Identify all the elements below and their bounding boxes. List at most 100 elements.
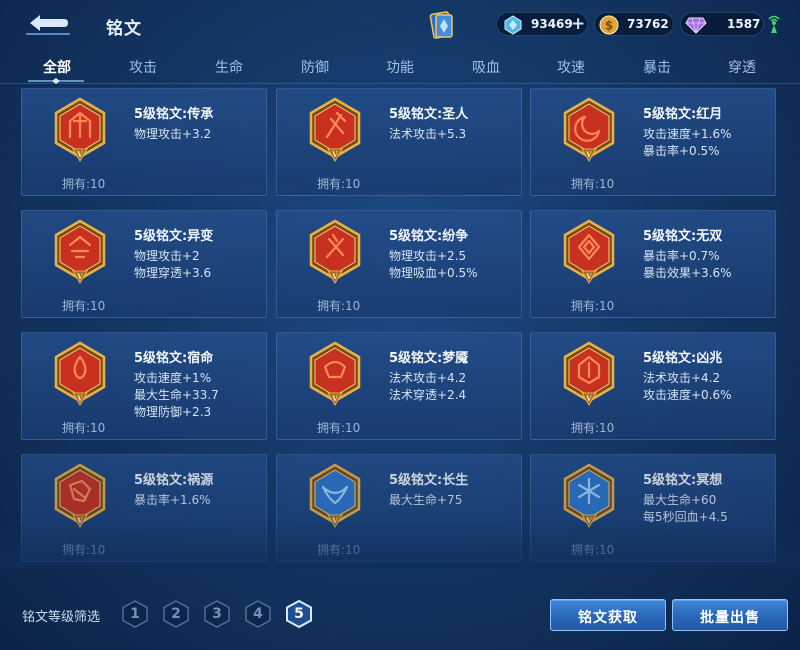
rune-level-mark: V (76, 394, 83, 403)
red-rune-icon: V (309, 97, 361, 162)
rune-card[interactable]: V 5级铭文:传承 物理攻击+3.2 拥有:10 (21, 88, 267, 196)
blue-rune-icon: V (309, 463, 361, 528)
rune-name: 5级铭文:圣人 (389, 107, 469, 122)
rune-attribute: 法术攻击+4.2 (389, 371, 467, 385)
rune-attribute: 攻击速度+0.6% (643, 388, 732, 402)
red-rune-icon: V (309, 341, 361, 406)
rune-name: 5级铭文:传承 (134, 107, 214, 122)
rune-attribute: 暴击率+0.7% (643, 249, 720, 263)
rune-level-mark: V (76, 272, 83, 281)
bulk-sell-button[interactable]: 批量出售 (672, 599, 788, 631)
rune-card[interactable]: V 5级铭文:红月 攻击速度+1.6% 暴击率+0.5% 拥有:10 (530, 88, 776, 196)
crystal-value: 1587 (727, 17, 761, 31)
level-filter-label: 铭文等级筛选 (22, 610, 101, 625)
level-filter-label: 1 (130, 606, 140, 622)
rune-attribute: 物理攻击+3.2 (134, 127, 212, 141)
rune-owned-count: 拥有:10 (62, 299, 106, 313)
rune-grid: V 5级铭文:传承 物理攻击+3.2 拥有:10 V 5级铭文:圣人 法术攻击+5.3 拥有:… (21, 88, 776, 564)
svg-text:$: $ (605, 19, 613, 33)
purple-crystal-icon (685, 17, 707, 34)
rune-book-icon[interactable] (428, 10, 456, 40)
rune-name: 5级铭文:异变 (134, 229, 214, 244)
red-rune-icon: V (54, 463, 106, 528)
rune-card[interactable]: V 5级铭文:宿命 攻击速度+1% 最大生命+33.7 物理防御+2.3 拥有:10 (21, 332, 267, 440)
top-bar: 铭文 93469 + $ 73762 1587 (0, 0, 800, 48)
active-tab-indicator (28, 78, 84, 84)
rune-acquire-button[interactable]: 铭文获取 (550, 599, 666, 631)
level-filter-5[interactable]: 5 (284, 599, 314, 629)
rune-level-mark: V (585, 516, 592, 525)
tab-lifesteal[interactable]: 吸血 (456, 57, 516, 77)
red-rune-icon: V (309, 219, 361, 284)
level-filter-3[interactable]: 3 (202, 599, 232, 629)
rune-name: 5级铭文:祸源 (134, 473, 214, 488)
rune-attribute: 物理攻击+2.5 (389, 249, 467, 263)
rune-card[interactable]: V 5级铭文:梦魇 法术攻击+4.2 法术穿透+2.4 拥有:10 (276, 332, 522, 440)
rune-owned-count: 拥有:10 (571, 543, 615, 557)
rune-card[interactable]: V 5级铭文:凶兆 法术攻击+4.2 攻击速度+0.6% 拥有:10 (530, 332, 776, 440)
rune-card[interactable]: V 5级铭文:圣人 法术攻击+5.3 拥有:10 (276, 88, 522, 196)
rune-card[interactable]: V 5级铭文:无双 暴击率+0.7% 暴击效果+3.6% 拥有:10 (530, 210, 776, 318)
red-rune-icon: V (563, 219, 615, 284)
tab-penetration[interactable]: 穿透 (712, 57, 772, 77)
rune-attribute: 法术攻击+4.2 (643, 371, 721, 385)
currency-bar: 93469 + $ 73762 1587 (496, 12, 764, 38)
rune-attribute: 法术攻击+5.3 (389, 127, 467, 141)
rune-level-mark: V (585, 272, 592, 281)
back-arrow-icon[interactable] (24, 10, 72, 36)
level-filter-label: 5 (294, 606, 304, 622)
rune-attribute: 法术穿透+2.4 (389, 388, 467, 402)
rune-attribute: 物理攻击+2 (134, 249, 200, 263)
rune-attribute: 暴击率+1.6% (134, 493, 211, 507)
red-rune-icon: V (54, 219, 106, 284)
rune-acquire-label: 铭文获取 (578, 610, 638, 626)
rune-card[interactable]: V 5级铭文:纷争 物理攻击+2.5 物理吸血+0.5% 拥有:10 (276, 210, 522, 318)
rune-owned-count: 拥有:10 (317, 543, 361, 557)
level-filter-4[interactable]: 4 (243, 599, 273, 629)
rune-level-mark: V (331, 394, 338, 403)
diamond-value: 93469 (531, 17, 573, 31)
bottom-bar: 铭文等级筛选 1 2 3 4 5 铭文获取 批量出售 (0, 586, 800, 646)
rune-name: 5级铭文:凶兆 (643, 351, 723, 366)
tab-utility[interactable]: 功能 (370, 57, 430, 77)
rune-attribute: 最大生命+33.7 (134, 388, 219, 402)
rune-attribute: 最大生命+75 (389, 493, 463, 507)
diamond-balance: 93469 + (496, 12, 588, 36)
page-title: 铭文 (106, 19, 142, 39)
rune-name: 5级铭文:梦魇 (389, 351, 469, 366)
rune-level-mark: V (585, 150, 592, 159)
rune-level-mark: V (585, 394, 592, 403)
rune-name: 5级铭文:纷争 (389, 229, 469, 244)
rune-level-mark: V (331, 516, 338, 525)
level-filter-label: 4 (253, 606, 263, 622)
rune-level-mark: V (331, 272, 338, 281)
tab-critical[interactable]: 暴击 (627, 57, 687, 77)
red-rune-icon: V (563, 97, 615, 162)
level-filter-1[interactable]: 1 (120, 599, 150, 629)
tab-attack[interactable]: 攻击 (113, 57, 173, 77)
rune-level-mark: V (76, 150, 83, 159)
bulk-sell-label: 批量出售 (700, 610, 760, 626)
rune-owned-count: 拥有:10 (62, 177, 106, 191)
rune-owned-count: 拥有:10 (62, 421, 106, 435)
rune-card[interactable]: V 5级铭文:异变 物理攻击+2 物理穿透+3.6 拥有:10 (21, 210, 267, 318)
rune-name: 5级铭文:宿命 (134, 351, 214, 366)
tab-defense[interactable]: 防御 (285, 57, 345, 77)
tab-health[interactable]: 生命 (199, 57, 259, 77)
level-filter-2[interactable]: 2 (161, 599, 191, 629)
rune-attribute: 最大生命+60 (643, 493, 717, 507)
category-tabs: 全部 攻击 生命 防御 功能 吸血 攻速 暴击 穿透 (0, 48, 800, 84)
rune-name: 5级铭文:红月 (643, 107, 723, 122)
tab-attack-speed[interactable]: 攻速 (541, 57, 601, 77)
rune-card[interactable]: V 5级铭文:长生 最大生命+75 拥有:10 (276, 454, 522, 562)
rune-attribute: 暴击效果+3.6% (643, 266, 732, 280)
gold-balance: $ 73762 (594, 12, 674, 36)
rune-attribute: 物理穿透+3.6 (134, 266, 212, 280)
rune-attribute: 攻击速度+1.6% (643, 127, 732, 141)
rune-owned-count: 拥有:10 (317, 299, 361, 313)
rune-level-mark: V (76, 516, 83, 525)
add-diamond-button[interactable]: + (571, 15, 585, 33)
rune-card[interactable]: V 5级铭文:冥想 最大生命+60 每5秒回血+4.5 拥有:10 (530, 454, 776, 562)
rune-card[interactable]: V 5级铭文:祸源 暴击率+1.6% 拥有:10 (21, 454, 267, 562)
tab-all[interactable]: 全部 (27, 57, 87, 77)
